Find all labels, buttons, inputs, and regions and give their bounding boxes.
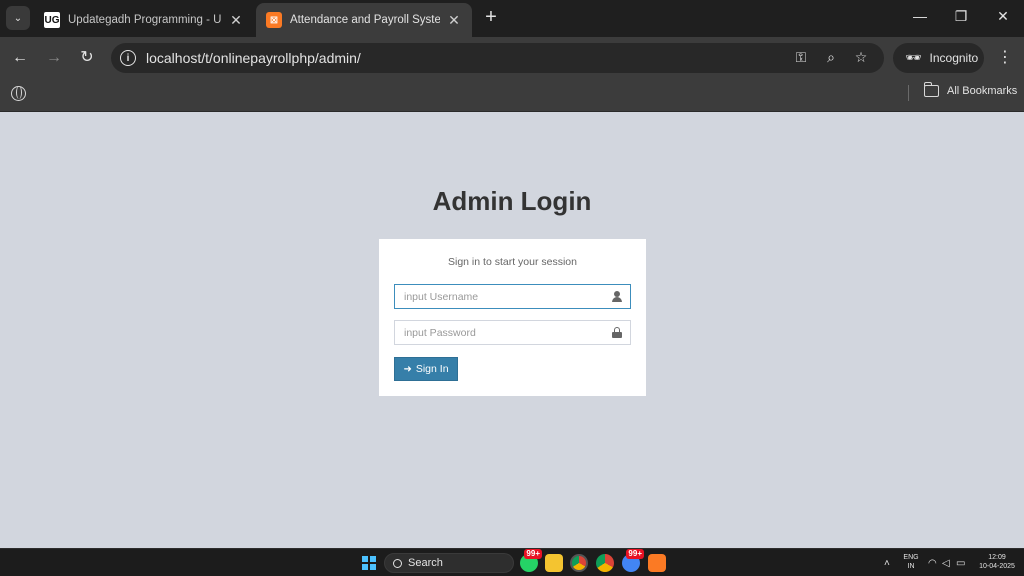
file-explorer-icon[interactable]	[545, 554, 563, 572]
search-icon	[393, 558, 402, 568]
language-indicator[interactable]: ENG IN	[902, 553, 920, 571]
taskbar-search-label: Search	[408, 557, 443, 569]
browser-toolbar: ← → ↻ i localhost/t/onlinepayrollphp/adm…	[0, 37, 1024, 79]
taskbar-search[interactable]: Search	[384, 553, 514, 573]
chevron-down-icon: ⌄	[13, 12, 23, 24]
window-close-button[interactable]: ✕	[993, 8, 1013, 25]
incognito-icon: 🕶	[905, 50, 922, 65]
arrow-left-icon: ←	[12, 49, 28, 66]
xampp-taskbar-icon[interactable]	[648, 554, 666, 572]
chevron-up-icon[interactable]: ˄	[884, 558, 890, 569]
page-content: Admin Login Sign in to start your sessio…	[0, 112, 1024, 548]
tab-updategadh[interactable]: UG Updategadh Programming - Upda ✕	[34, 3, 254, 37]
reload-icon: ↻	[80, 49, 94, 66]
chrome-profile-icon[interactable]	[596, 554, 614, 572]
taskbar: Search 99+ 99+ ˄ ENG IN ◠ ◁ ▭ 12:09 10-0…	[0, 548, 1024, 576]
windows-start-icon[interactable]	[362, 556, 376, 570]
restore-button[interactable]: ❐	[951, 8, 971, 25]
password-input[interactable]	[395, 321, 595, 344]
language-code: ENG	[903, 554, 919, 561]
tab-title: Updategadh Programming - Upda	[68, 14, 222, 26]
username-input[interactable]	[395, 285, 595, 308]
app-icon[interactable]: 99+	[622, 549, 644, 572]
notification-badge: 99+	[626, 549, 644, 559]
new-tab-button[interactable]: +	[480, 7, 502, 27]
tab-search-button[interactable]: ⌄	[6, 6, 30, 30]
tab-attendance-payroll[interactable]: ⊠ Attendance and Payroll System ✕	[256, 3, 472, 37]
star-icon[interactable]: ☆	[852, 49, 870, 66]
reload-button[interactable]: ↻	[76, 47, 98, 69]
username-field[interactable]	[394, 284, 631, 309]
bookmarks-divider	[908, 85, 909, 101]
wifi-icon[interactable]: ◠	[928, 558, 937, 569]
ug-icon: UG	[44, 12, 60, 28]
lock-icon	[612, 327, 622, 338]
clock-date: 10-04-2025	[979, 563, 1015, 570]
tab-title: Attendance and Payroll System	[290, 14, 440, 26]
sign-in-label: Sign In	[415, 363, 449, 375]
volume-icon[interactable]: ◁	[942, 558, 950, 569]
close-icon[interactable]: ✕	[228, 12, 244, 29]
user-icon	[612, 291, 622, 302]
sign-in-icon: ➜	[403, 363, 412, 375]
back-button[interactable]: ←	[9, 47, 31, 69]
address-bar[interactable]: i localhost/t/onlinepayrollphp/admin/ ⚿ …	[111, 43, 884, 73]
zoom-icon[interactable]: ⌕	[822, 49, 840, 66]
page-title: Admin Login	[432, 186, 592, 216]
login-box: Sign in to start your session ➜ Sign In	[379, 239, 646, 396]
arrow-right-icon: →	[46, 49, 62, 66]
menu-button[interactable]: ⋮	[997, 47, 1013, 69]
login-message: Sign in to start your session	[448, 256, 577, 268]
xampp-icon: ⊠	[266, 12, 282, 28]
all-bookmarks-button[interactable]: All Bookmarks	[923, 82, 1018, 97]
more-vert-icon: ⋮	[997, 49, 1013, 66]
minimize-button[interactable]: —	[910, 8, 930, 24]
forward-button[interactable]: →	[43, 47, 65, 69]
sign-in-button[interactable]: ➜ Sign In	[394, 357, 458, 381]
password-field[interactable]	[394, 320, 631, 345]
folder-icon	[923, 82, 939, 97]
key-icon[interactable]: ⚿	[792, 49, 810, 66]
incognito-label: Incognito	[929, 51, 979, 65]
close-icon[interactable]: ✕	[446, 12, 462, 29]
clock-time: 12:09	[988, 554, 1006, 561]
notification-badge: 99+	[524, 549, 542, 559]
incognito-indicator[interactable]: 🕶 Incognito	[893, 43, 984, 73]
battery-icon[interactable]: ▭	[956, 558, 965, 569]
url-text[interactable]: localhost/t/onlinepayrollphp/admin/	[146, 50, 361, 66]
info-icon[interactable]: i	[120, 50, 136, 66]
chrome-icon[interactable]	[570, 554, 588, 572]
whatsapp-icon[interactable]: 99+	[520, 549, 542, 572]
globe-icon[interactable]	[11, 86, 26, 101]
tab-strip: ⌄ UG Updategadh Programming - Upda ✕ ⊠ A…	[0, 0, 1024, 37]
region-code: IN	[907, 563, 915, 570]
all-bookmarks-label: All Bookmarks	[947, 85, 1018, 97]
clock[interactable]: 12:09 10-04-2025	[974, 553, 1020, 571]
bookmarks-bar: All Bookmarks	[0, 79, 1024, 112]
